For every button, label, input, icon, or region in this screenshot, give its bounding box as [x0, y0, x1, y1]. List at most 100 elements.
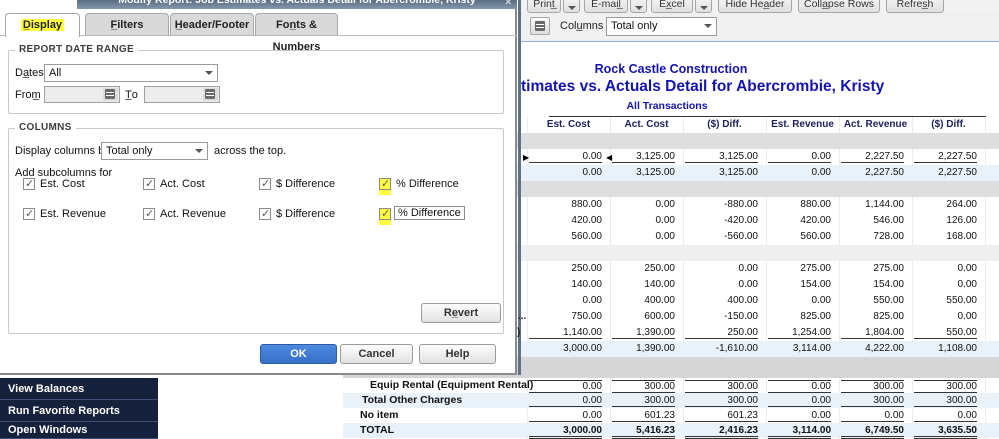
- cell: 0.00: [582, 295, 602, 306]
- cell: 300.00: [612, 395, 675, 407]
- row-label: TOTAL: [360, 424, 395, 436]
- cell: 0.00: [529, 151, 602, 163]
- cell: 250.00: [685, 327, 758, 339]
- checkbox-box[interactable]: [379, 177, 391, 190]
- checkbox-box[interactable]: [23, 177, 35, 190]
- refresh-button[interactable]: Refres̲h: [886, 0, 944, 13]
- checkbox-box[interactable]: [143, 207, 155, 220]
- cell: 3,125.00: [612, 151, 675, 163]
- collapse-rows-button[interactable]: Colla̲pse Rows: [798, 0, 880, 13]
- cell: 300.00: [914, 395, 977, 407]
- column-header: ($) Diff.: [707, 119, 742, 130]
- checkbox-label: Est. Cost: [40, 178, 85, 190]
- checkbox-label: Est. Revenue: [40, 208, 107, 220]
- email-button[interactable]: E-mail̲: [584, 0, 628, 13]
- cell: 140.00: [644, 279, 675, 290]
- cell: 0.00: [811, 167, 831, 178]
- cell: 5,416.23: [612, 425, 675, 439]
- cell: 2,416.23: [685, 425, 758, 439]
- cell: 300.00: [685, 395, 758, 407]
- cell: 825.00: [873, 311, 904, 322]
- cell: 300.00: [841, 380, 904, 393]
- sidebar-item-openwindows[interactable]: Open Windows: [0, 422, 158, 439]
- cell: 3,114.00: [768, 425, 831, 439]
- cell: 0.00: [529, 380, 602, 393]
- table-row[interactable]: TOTAL 3,000.00 5,416.23 2,416.23 3,114.00 6,7…: [343, 423, 999, 439]
- toolbar-divider: [521, 41, 999, 42]
- checkbox-box[interactable]: [259, 207, 271, 220]
- columns-label: Colu̲mns: [560, 20, 604, 32]
- display-columns-dropdown[interactable]: Total only: [101, 142, 208, 160]
- hide-header-button[interactable]: Hide Hea̲der: [718, 0, 792, 13]
- help-button[interactable]: Help: [419, 344, 496, 364]
- cell: 0.00: [655, 199, 675, 210]
- group-label: COLUMNS: [15, 122, 76, 133]
- ok-button[interactable]: OK: [260, 344, 337, 364]
- cell: 0.00: [768, 395, 831, 407]
- cancel-button[interactable]: Cancel: [340, 344, 413, 364]
- cell: 1,390.00: [636, 343, 675, 354]
- cell: 0.00: [582, 167, 602, 178]
- sidebar-item-runfavoritereports[interactable]: Run Favorite Reports: [0, 400, 158, 422]
- cell: 0.00: [841, 410, 904, 422]
- cell: -150.00: [724, 311, 758, 322]
- cell: 300.00: [914, 380, 977, 393]
- email-dropdown-icon[interactable]: [630, 0, 647, 13]
- from-date-field[interactable]: [44, 86, 120, 103]
- revert-button[interactable]: Re̲vert: [421, 303, 501, 323]
- chevron-down-icon: [704, 24, 712, 32]
- tab-filters[interactable]: F̲ilters: [85, 13, 169, 35]
- from-calendar-icon[interactable]: [103, 88, 118, 101]
- table-row[interactable]: No item 0.00 601.23 601.23 0.00 0.00 0.00: [343, 408, 999, 423]
- row-label: No item: [360, 409, 399, 421]
- cell: 300.00: [612, 380, 675, 393]
- table-row[interactable]: Total Other Charges 0.00 300.00 300.00 0.00 3…: [343, 393, 999, 408]
- checkbox-label: Act. Revenue: [160, 208, 227, 220]
- cell: 0.00: [768, 380, 831, 393]
- report-subtoolbar: Colu̲mns Total only: [521, 13, 999, 41]
- checkbox-box[interactable]: [379, 207, 391, 220]
- cell: 0.00: [957, 311, 977, 322]
- calendar-icon[interactable]: [530, 17, 550, 35]
- cell: 2,227.50: [865, 167, 904, 178]
- chevron-down-icon: [195, 149, 203, 157]
- cell: 6,749.50: [841, 425, 904, 439]
- checkbox-label: % Difference: [394, 206, 465, 220]
- print-button[interactable]: Print̲: [527, 0, 561, 13]
- excel-dropdown-icon[interactable]: [695, 0, 712, 13]
- dialog-titlebar[interactable]: Modify Report: Job Estimates vs. Actuals…: [77, 0, 517, 9]
- report-date-range-group: REPORT DATE RANGE Da̲tes All From̲ T̲o: [8, 44, 504, 114]
- column-header: Est. Cost: [546, 119, 591, 130]
- cell: 0.00: [655, 231, 675, 242]
- checkbox-box[interactable]: [23, 207, 35, 220]
- table-row[interactable]: Equip Rental (Equipment Rental) 0.00 300.0…: [343, 378, 999, 393]
- columns-dropdown[interactable]: Total only: [606, 17, 717, 36]
- report-toolbar: Print̲ E-mail̲ Ex̲cel Hide Hea̲der Colla…: [521, 0, 999, 13]
- tab-fontsnumbers[interactable]: Fon̲ts & Numbers: [255, 13, 338, 53]
- cell: 3,114.00: [792, 343, 831, 354]
- row-label-sliver: ): [517, 327, 521, 338]
- column-header: Act. Cost: [624, 119, 669, 130]
- tab-headerfooter[interactable]: H̲eader/Footer: [170, 13, 254, 35]
- print-dropdown-icon[interactable]: [563, 0, 580, 13]
- to-date-field[interactable]: [144, 86, 220, 103]
- cell: 3,125.00: [636, 167, 675, 178]
- dates-dropdown[interactable]: All: [44, 64, 218, 82]
- row-label: Equip Rental (Equipment Rental): [370, 379, 534, 391]
- to-calendar-icon[interactable]: [203, 88, 218, 101]
- cell: 1,254.00: [768, 327, 831, 339]
- checkbox-box[interactable]: [259, 177, 271, 190]
- display-columns-value: Total only: [106, 145, 153, 157]
- tab-display[interactable]: D̲isplay: [5, 13, 80, 37]
- cell: 250.00: [644, 263, 675, 274]
- cell: 0.00: [738, 279, 758, 290]
- sidebar-item-viewbalances[interactable]: View Balances: [0, 378, 158, 400]
- cell: 2,227.50: [841, 151, 904, 163]
- cell: 550.00: [914, 327, 977, 339]
- dates-label: Da̲tes: [15, 67, 44, 79]
- close-icon[interactable]: ✕: [504, 0, 512, 8]
- checkbox-box[interactable]: [143, 177, 155, 190]
- excel-button[interactable]: Ex̲cel: [651, 0, 693, 13]
- selected-row-marker-left: ▶: [523, 153, 530, 162]
- columns-dropdown-value: Total only: [611, 20, 658, 32]
